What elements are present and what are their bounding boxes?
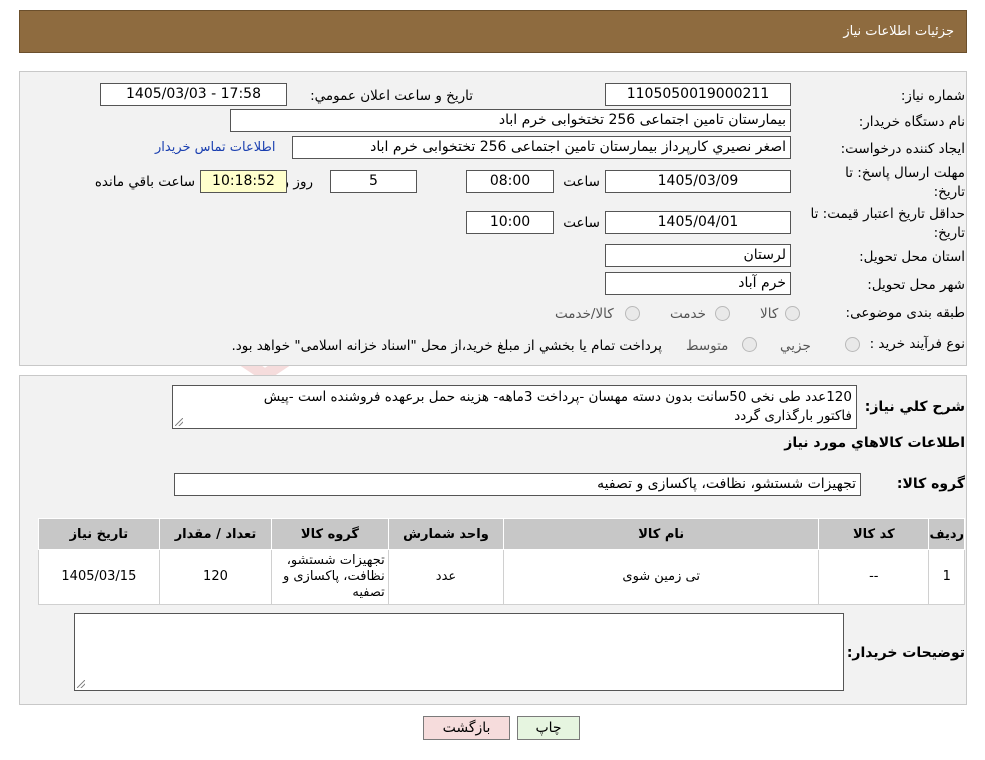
buyer-org-field: بیمارستان تامین اجتماعی 256 تختخوابی خرم…	[230, 109, 791, 132]
province-field: لرستان	[605, 244, 791, 267]
back-button[interactable]: بازگشت	[423, 716, 510, 740]
category-radio-goods[interactable]	[785, 306, 800, 321]
deadline-time-label: ساعت	[563, 174, 600, 190]
group-field: تجهیزات شستشو، نظافت، پاکسازی و تصفیه	[174, 473, 861, 496]
cell-unit: عدد	[387, 549, 505, 605]
category-option-goods-service: کالا/خدمت	[555, 306, 614, 322]
summary-line-1: 120عدد طی نخی 50سانت بدون دسته مهسان -پر…	[263, 389, 852, 405]
validity-time-label: ساعت	[563, 215, 600, 231]
col-unit: واحد شمارش	[387, 518, 505, 550]
province-label: استان محل تحويل:	[859, 249, 965, 265]
cell-group: تجهیزات شستشو، نظافت، پاکسازی و تصفیه	[271, 549, 389, 605]
notes-textarea[interactable]	[74, 613, 844, 691]
col-row: رديف	[928, 518, 965, 550]
col-date: تاريخ نياز	[38, 518, 160, 550]
announce-field: 1405/03/03 - 17:58	[100, 83, 287, 106]
creator-field: اصغر نصيري كارپرداز بیمارستان تامین اجتم…	[292, 136, 791, 159]
cell-qty: 120	[158, 549, 273, 605]
cell-row: 1	[928, 549, 965, 605]
resize-grip-icon[interactable]	[175, 418, 183, 426]
col-qty: تعداد / مقدار	[158, 518, 273, 550]
process-radio-medium[interactable]	[742, 337, 757, 352]
city-label: شهر محل تحويل:	[867, 277, 965, 293]
days-label: روز و	[282, 174, 313, 190]
buyer-contact-link[interactable]: اطلاعات تماس خريدار	[155, 140, 275, 155]
summary-line-2: فاکتور بارگذاری گردد	[734, 408, 852, 424]
summary-label: شرح کلي نياز:	[864, 399, 965, 415]
cell-name: تی زمین شوی	[503, 549, 820, 605]
print-button[interactable]: چاپ	[517, 716, 580, 740]
category-label: طبقه بندی موضوعی:	[845, 305, 965, 321]
cell-code: --	[818, 549, 930, 605]
col-group: گروه کالا	[271, 518, 389, 550]
category-option-goods: کالا	[760, 306, 779, 322]
items-section-title: اطلاعات کالاهاي مورد نياز	[784, 435, 965, 451]
resize-grip-icon[interactable]	[77, 680, 85, 688]
process-radio-partial[interactable]	[845, 337, 860, 352]
need-number-label: شماره نیاز:	[900, 88, 965, 104]
remaining-label: ساعت باقي مانده	[94, 174, 195, 190]
announce-label: تاریخ و ساعت اعلان عمومي:	[310, 88, 473, 104]
category-option-service: خدمت	[670, 306, 706, 322]
notes-label: توضيحات خريدار:	[846, 645, 965, 661]
table-row: 1 -- تی زمین شوی عدد تجهیزات شستشو، نظاف…	[38, 549, 965, 605]
validity-time-field: 10:00	[466, 211, 554, 234]
deadline-label-date: تاریخ:	[933, 184, 965, 200]
validity-date-field: 1405/04/01	[605, 211, 791, 234]
category-radio-goods-service[interactable]	[625, 306, 640, 321]
cell-date: 1405/03/15	[38, 549, 160, 605]
deadline-time-field: 08:00	[466, 170, 554, 193]
remaining-time-field: 10:18:52	[200, 170, 287, 193]
validity-label: حداقل تاريخ اعتبار قيمت: تا	[810, 206, 965, 222]
deadline-date-field: 1405/03/09	[605, 170, 791, 193]
process-label: نوع فرآيند خريد :	[869, 336, 965, 352]
validity-label-date: تاريخ:	[933, 225, 965, 241]
items-table-header: رديف کد کالا نام کالا واحد شمارش گروه کا…	[38, 518, 965, 550]
category-radio-service[interactable]	[715, 306, 730, 321]
page-title: جزئیات اطلاعات نیاز	[843, 24, 954, 39]
need-number-field: 1105050019000211	[605, 83, 791, 106]
col-name: نام کالا	[503, 518, 820, 550]
page-header: جزئیات اطلاعات نیاز	[19, 10, 967, 53]
process-note: پرداخت تمام يا بخشي از مبلغ خريد،از محل …	[231, 338, 662, 354]
days-field: 5	[330, 170, 417, 193]
items-table: رديف کد کالا نام کالا واحد شمارش گروه کا…	[38, 518, 965, 605]
group-label: گروه کالا:	[896, 476, 965, 492]
summary-field: 120عدد طی نخی 50سانت بدون دسته مهسان -پر…	[172, 385, 857, 429]
creator-label: ايجاد کننده درخواست:	[840, 141, 965, 157]
city-field: خرم آباد	[605, 272, 791, 295]
buyer-org-label: نام دستگاه خريدار:	[858, 114, 965, 130]
col-code: کد کالا	[818, 518, 930, 550]
process-option-partial: جزيي	[780, 338, 811, 354]
deadline-label: مهلت ارسال پاسخ: تا	[845, 165, 965, 181]
process-option-medium: متوسط	[686, 338, 729, 354]
